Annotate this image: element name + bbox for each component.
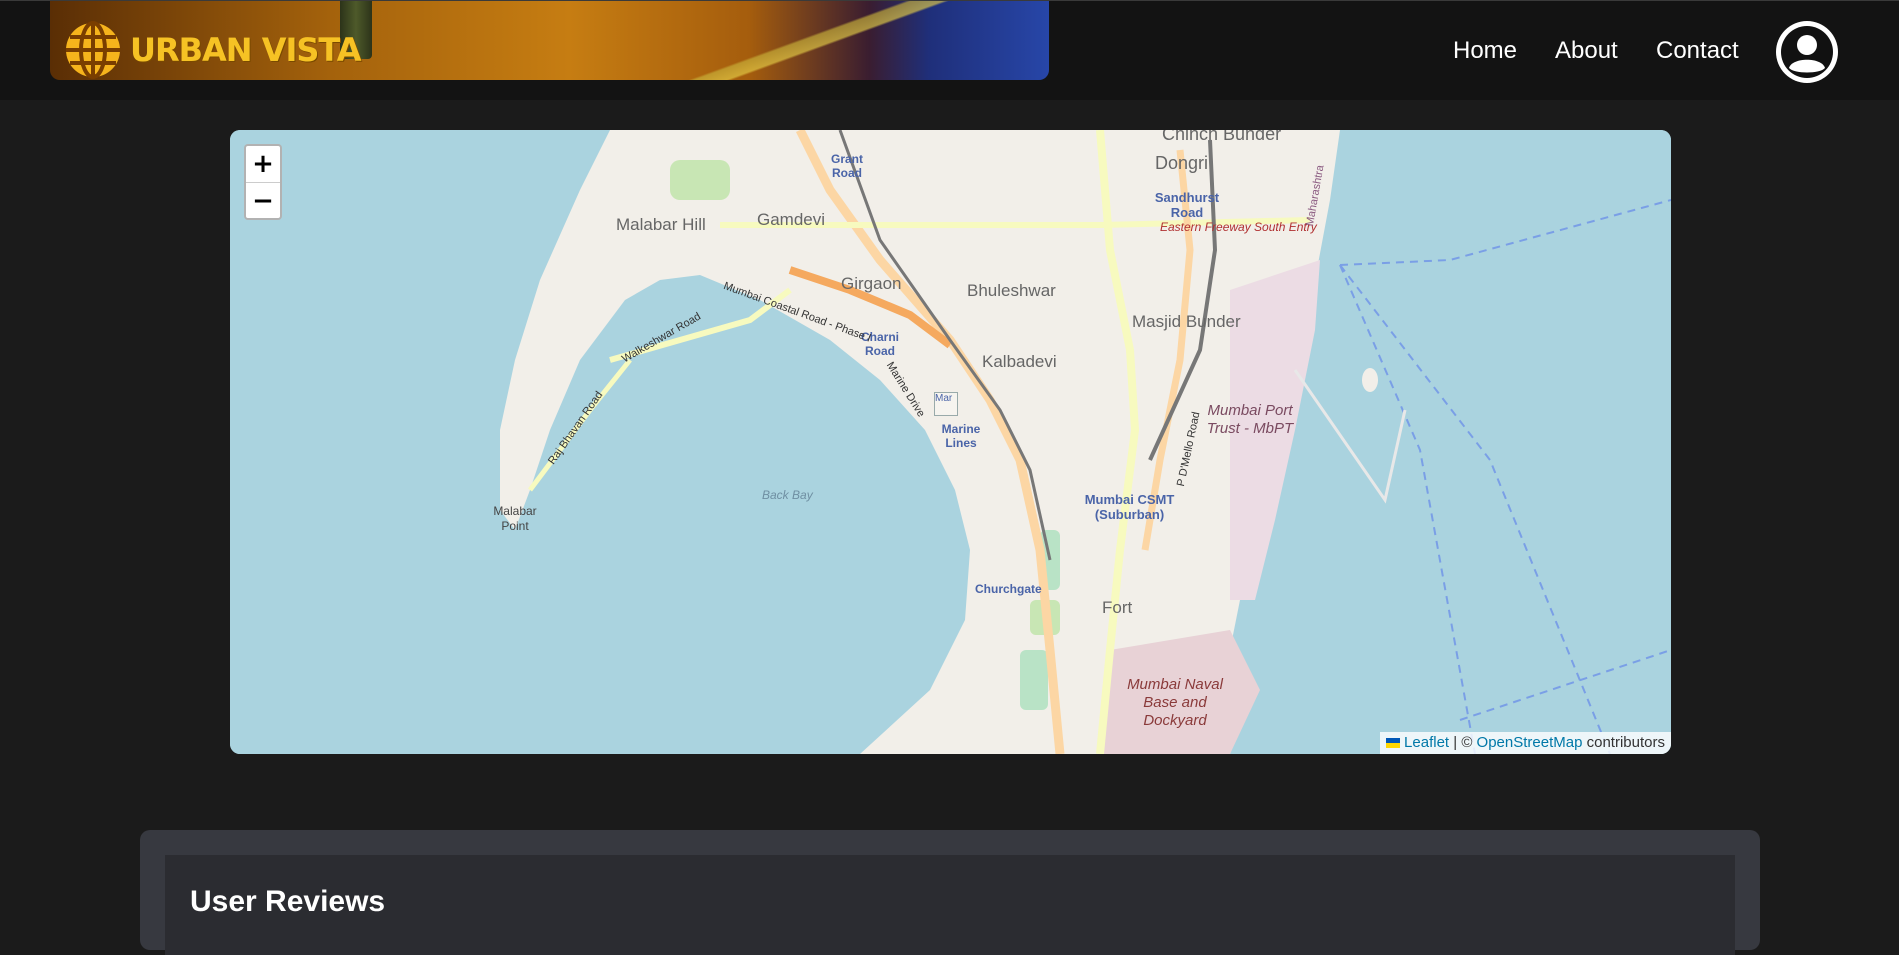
map-label: Bhuleshwar xyxy=(967,281,1056,300)
map-label: Churchgate xyxy=(975,582,1042,596)
map-label: Malabar Hill xyxy=(616,215,706,234)
map-label: Eastern Freeway South Entry xyxy=(1160,220,1317,234)
reviews-panel: User Reviews xyxy=(165,855,1735,955)
map-label: Masjid Bunder xyxy=(1132,312,1241,331)
map-label: Marine Lines xyxy=(941,422,981,450)
leaflet-link[interactable]: Leaflet xyxy=(1404,734,1449,751)
nav-contact[interactable]: Contact xyxy=(1656,37,1739,65)
map-label: Fort xyxy=(1102,598,1133,617)
reviews-section: User Reviews xyxy=(140,830,1760,955)
site-header: URBAN VISTA Home About Contact xyxy=(0,0,1899,100)
zoom-control: + − xyxy=(244,144,282,220)
nav-home[interactable]: Home xyxy=(1453,37,1517,65)
marker-alt-text: Mar xyxy=(935,393,953,404)
map-label: Mumbai Port Trust - MbPT xyxy=(1206,402,1294,437)
site-logo[interactable]: URBAN VISTA xyxy=(64,21,362,79)
map-attribution: Leaflet | © OpenStreetMap contributors xyxy=(1380,732,1671,754)
attribution-separator: | © xyxy=(1449,734,1477,751)
map-container[interactable]: Chinch Bunder Grant Road Dongri Sandhurs… xyxy=(230,130,1671,754)
header-banner: URBAN VISTA xyxy=(50,1,1049,80)
map-label: Gamdevi xyxy=(757,210,826,229)
globe-icon xyxy=(66,21,120,79)
nav-about[interactable]: About xyxy=(1555,37,1618,65)
map-label: Mumbai Naval Base and Dockyard xyxy=(1127,676,1223,729)
map-label: Malabar Point xyxy=(493,504,537,533)
map-label: Mumbai CSMT (Suburban) xyxy=(1084,492,1175,522)
map-label: Dongri xyxy=(1155,153,1209,173)
ukraine-flag-icon xyxy=(1386,738,1401,749)
map-label: Grant Road xyxy=(830,152,863,180)
reviews-title: User Reviews xyxy=(190,885,386,918)
map-marker[interactable]: Mar xyxy=(934,392,958,416)
banner-curb xyxy=(650,1,1049,80)
zoom-out-button[interactable]: − xyxy=(246,183,280,219)
zoom-in-button[interactable]: + xyxy=(246,146,280,183)
osm-link[interactable]: OpenStreetMap xyxy=(1477,734,1583,751)
map-label: Kalbadevi xyxy=(982,352,1057,371)
map-label: Girgaon xyxy=(841,274,902,293)
map-label: Back Bay xyxy=(762,488,813,502)
logo-text: URBAN VISTA xyxy=(130,31,362,69)
user-icon xyxy=(1781,26,1833,78)
user-avatar-button[interactable] xyxy=(1776,21,1838,83)
map-label: Chinch Bunder xyxy=(1162,130,1282,144)
attribution-contributors: contributors xyxy=(1582,734,1665,751)
map-label: Sandhurst Road xyxy=(1154,190,1220,220)
